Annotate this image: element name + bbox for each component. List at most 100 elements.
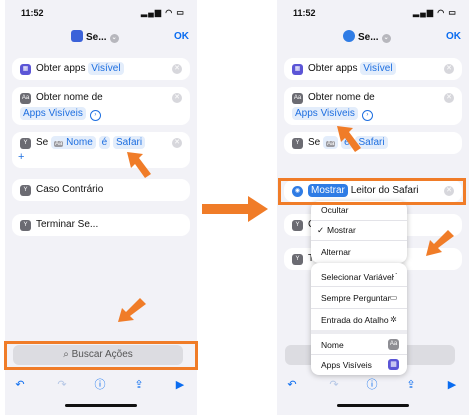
signal-wifi-battery-icon: ▂▄▆ ◠ ▭ bbox=[141, 8, 185, 17]
menu-item-name[interactable]: Nome bbox=[321, 340, 344, 350]
play-icon[interactable]: ▶ bbox=[173, 378, 187, 392]
otherwise-action[interactable]: Y Caso Contrário bbox=[12, 179, 190, 201]
remove-action-icon[interactable]: ✕ bbox=[172, 93, 182, 103]
arrow-to-toggle-icon bbox=[426, 230, 454, 256]
get-apps-action[interactable]: ▦ Obter apps Visível ✕ bbox=[284, 58, 462, 80]
speech-bubble-icon: ▭ bbox=[389, 293, 398, 302]
arrow-to-value-icon bbox=[127, 152, 151, 178]
menu-item-show[interactable]: Mostrar bbox=[327, 225, 356, 235]
name-token-text: Nome bbox=[66, 137, 93, 148]
menu-item-select-variable[interactable]: Selecionar Variável bbox=[321, 272, 394, 282]
menu-item-toggle[interactable]: Alternar bbox=[321, 247, 351, 257]
menu-item-shortcut-input[interactable]: Entrada do Atalho bbox=[321, 315, 389, 325]
get-name-action[interactable]: Aa Obter nome de Apps Visíveis › ✕ bbox=[284, 87, 462, 125]
menu-divider bbox=[311, 308, 407, 309]
info-icon[interactable]: ⓘ bbox=[365, 378, 379, 392]
arrow-to-search-icon bbox=[118, 298, 146, 322]
if-label: Se bbox=[308, 137, 321, 148]
shortcut-title[interactable]: Se... ⌄ bbox=[343, 30, 391, 43]
nav-bar: Se... ⌄ OK bbox=[5, 28, 197, 48]
menu-item-always-ask[interactable]: Sempre Perguntar bbox=[321, 293, 390, 303]
visible-apps-token[interactable]: Apps Visíveis bbox=[20, 107, 86, 120]
branch-icon: Y bbox=[20, 138, 31, 149]
text-icon: Aa bbox=[292, 93, 303, 104]
status-bar: 11:52 ▂▄▆ ◠ ▭ bbox=[277, 8, 469, 22]
shortcut-title-text: Se... bbox=[86, 32, 107, 43]
menu-section-divider bbox=[311, 330, 407, 334]
menu-item-visible-apps[interactable]: Apps Visíveis bbox=[321, 360, 372, 370]
get-apps-label: Obter apps bbox=[308, 63, 358, 74]
if-action[interactable]: Y Se Aa Nome é Safari + ✕ bbox=[12, 132, 190, 168]
apps-icon: ▦ bbox=[292, 64, 303, 75]
remove-action-icon[interactable]: ✕ bbox=[444, 93, 454, 103]
otherwise-label: Caso Contrário bbox=[36, 184, 104, 195]
redo-icon[interactable]: ↷ bbox=[327, 378, 341, 392]
nav-bar: Se... ⌄ OK bbox=[277, 28, 469, 48]
get-name-action[interactable]: Aa Obter nome de Apps Visíveis › ✕ bbox=[12, 87, 190, 125]
status-bar: 11:52 ▂▄▆ ◠ ▭ bbox=[5, 8, 197, 22]
action-highlight-box bbox=[278, 178, 466, 205]
signal-wifi-battery-icon: ▂▄▆ ◠ ▭ bbox=[413, 8, 457, 17]
branch-icon: Y bbox=[292, 220, 303, 231]
chevron-right-icon[interactable]: › bbox=[361, 110, 373, 121]
name-token[interactable]: Aa Nome bbox=[51, 136, 96, 149]
undo-icon[interactable]: ↶ bbox=[13, 378, 27, 392]
apps-icon: ▦ bbox=[388, 359, 399, 370]
undo-icon[interactable]: ↶ bbox=[285, 378, 299, 392]
arrow-to-name-token-icon bbox=[337, 126, 361, 152]
play-icon[interactable]: ▶ bbox=[445, 378, 459, 392]
if-label: Se bbox=[36, 137, 49, 148]
visible-token[interactable]: Visível bbox=[88, 62, 124, 75]
status-time: 11:52 bbox=[293, 8, 316, 18]
share-icon[interactable]: ⇪ bbox=[404, 378, 418, 392]
visible-token[interactable]: Visível bbox=[360, 62, 396, 75]
branch-icon: Y bbox=[20, 220, 31, 231]
branch-icon: Y bbox=[292, 254, 303, 265]
text-icon: Aa bbox=[388, 339, 399, 350]
visible-apps-token[interactable]: Apps Visíveis bbox=[292, 107, 358, 120]
done-button[interactable]: OK bbox=[174, 31, 189, 42]
menu-divider bbox=[311, 240, 407, 241]
chevron-right-icon[interactable]: › bbox=[89, 110, 101, 121]
menu-divider bbox=[311, 286, 407, 287]
get-name-label: Obter nome de bbox=[308, 92, 375, 103]
info-icon[interactable]: ⓘ bbox=[93, 378, 107, 392]
text-icon: Aa bbox=[20, 93, 31, 104]
end-if-label: Terminar Se... bbox=[36, 219, 99, 230]
remove-action-icon[interactable]: ✕ bbox=[444, 64, 454, 74]
share-icon[interactable]: ⇪ bbox=[132, 378, 146, 392]
variables-menu: Selecionar Variável ⋰ Sempre Perguntar ▭… bbox=[311, 263, 407, 375]
apps-icon: ▦ bbox=[20, 64, 31, 75]
chevron-down-icon: ⌄ bbox=[381, 34, 391, 43]
magic-wand-icon: ⋰ bbox=[389, 272, 398, 281]
visibility-menu: Ocultar ✓ Mostrar Alternar bbox=[311, 201, 407, 263]
redo-icon[interactable]: ↷ bbox=[55, 378, 69, 392]
menu-item-hide[interactable]: Ocultar bbox=[321, 205, 348, 215]
menu-divider bbox=[311, 220, 407, 221]
arrow-right-transition-icon bbox=[202, 196, 268, 222]
done-button[interactable]: OK bbox=[446, 31, 461, 42]
menu-divider bbox=[311, 354, 407, 355]
shortcut-app-icon bbox=[71, 30, 83, 42]
get-apps-action[interactable]: ▦ Obter apps Visível ✕ bbox=[12, 58, 190, 80]
get-apps-label: Obter apps bbox=[36, 63, 86, 74]
remove-action-icon[interactable]: ✕ bbox=[172, 64, 182, 74]
branch-icon: Y bbox=[292, 138, 303, 149]
bottom-toolbar: ↶ ↷ ⓘ ⇪ ▶ bbox=[277, 374, 469, 394]
add-condition-icon[interactable]: + bbox=[18, 151, 24, 163]
shortcut-title[interactable]: Se... ⌄ bbox=[71, 30, 119, 43]
branch-icon: Y bbox=[20, 185, 31, 196]
search-highlight-box bbox=[4, 341, 198, 370]
home-indicator bbox=[65, 404, 137, 407]
operator-token[interactable]: é bbox=[98, 136, 111, 149]
right-screen: 11:52 ▂▄▆ ◠ ▭ Se... ⌄ OK ▦ Obter apps Vis… bbox=[277, 0, 469, 415]
shortcut-title-text: Se... bbox=[358, 32, 379, 43]
chevron-down-icon: ⌄ bbox=[109, 34, 119, 43]
shortcut-input-icon: ✲ bbox=[390, 315, 397, 324]
remove-action-icon[interactable]: ✕ bbox=[172, 138, 182, 148]
home-indicator bbox=[337, 404, 409, 407]
checkmark-icon: ✓ bbox=[317, 225, 325, 235]
end-if-action[interactable]: Y Terminar Se... bbox=[12, 214, 190, 236]
status-time: 11:52 bbox=[21, 8, 44, 18]
if-action[interactable]: Y Se Aa é Safari bbox=[284, 132, 462, 154]
